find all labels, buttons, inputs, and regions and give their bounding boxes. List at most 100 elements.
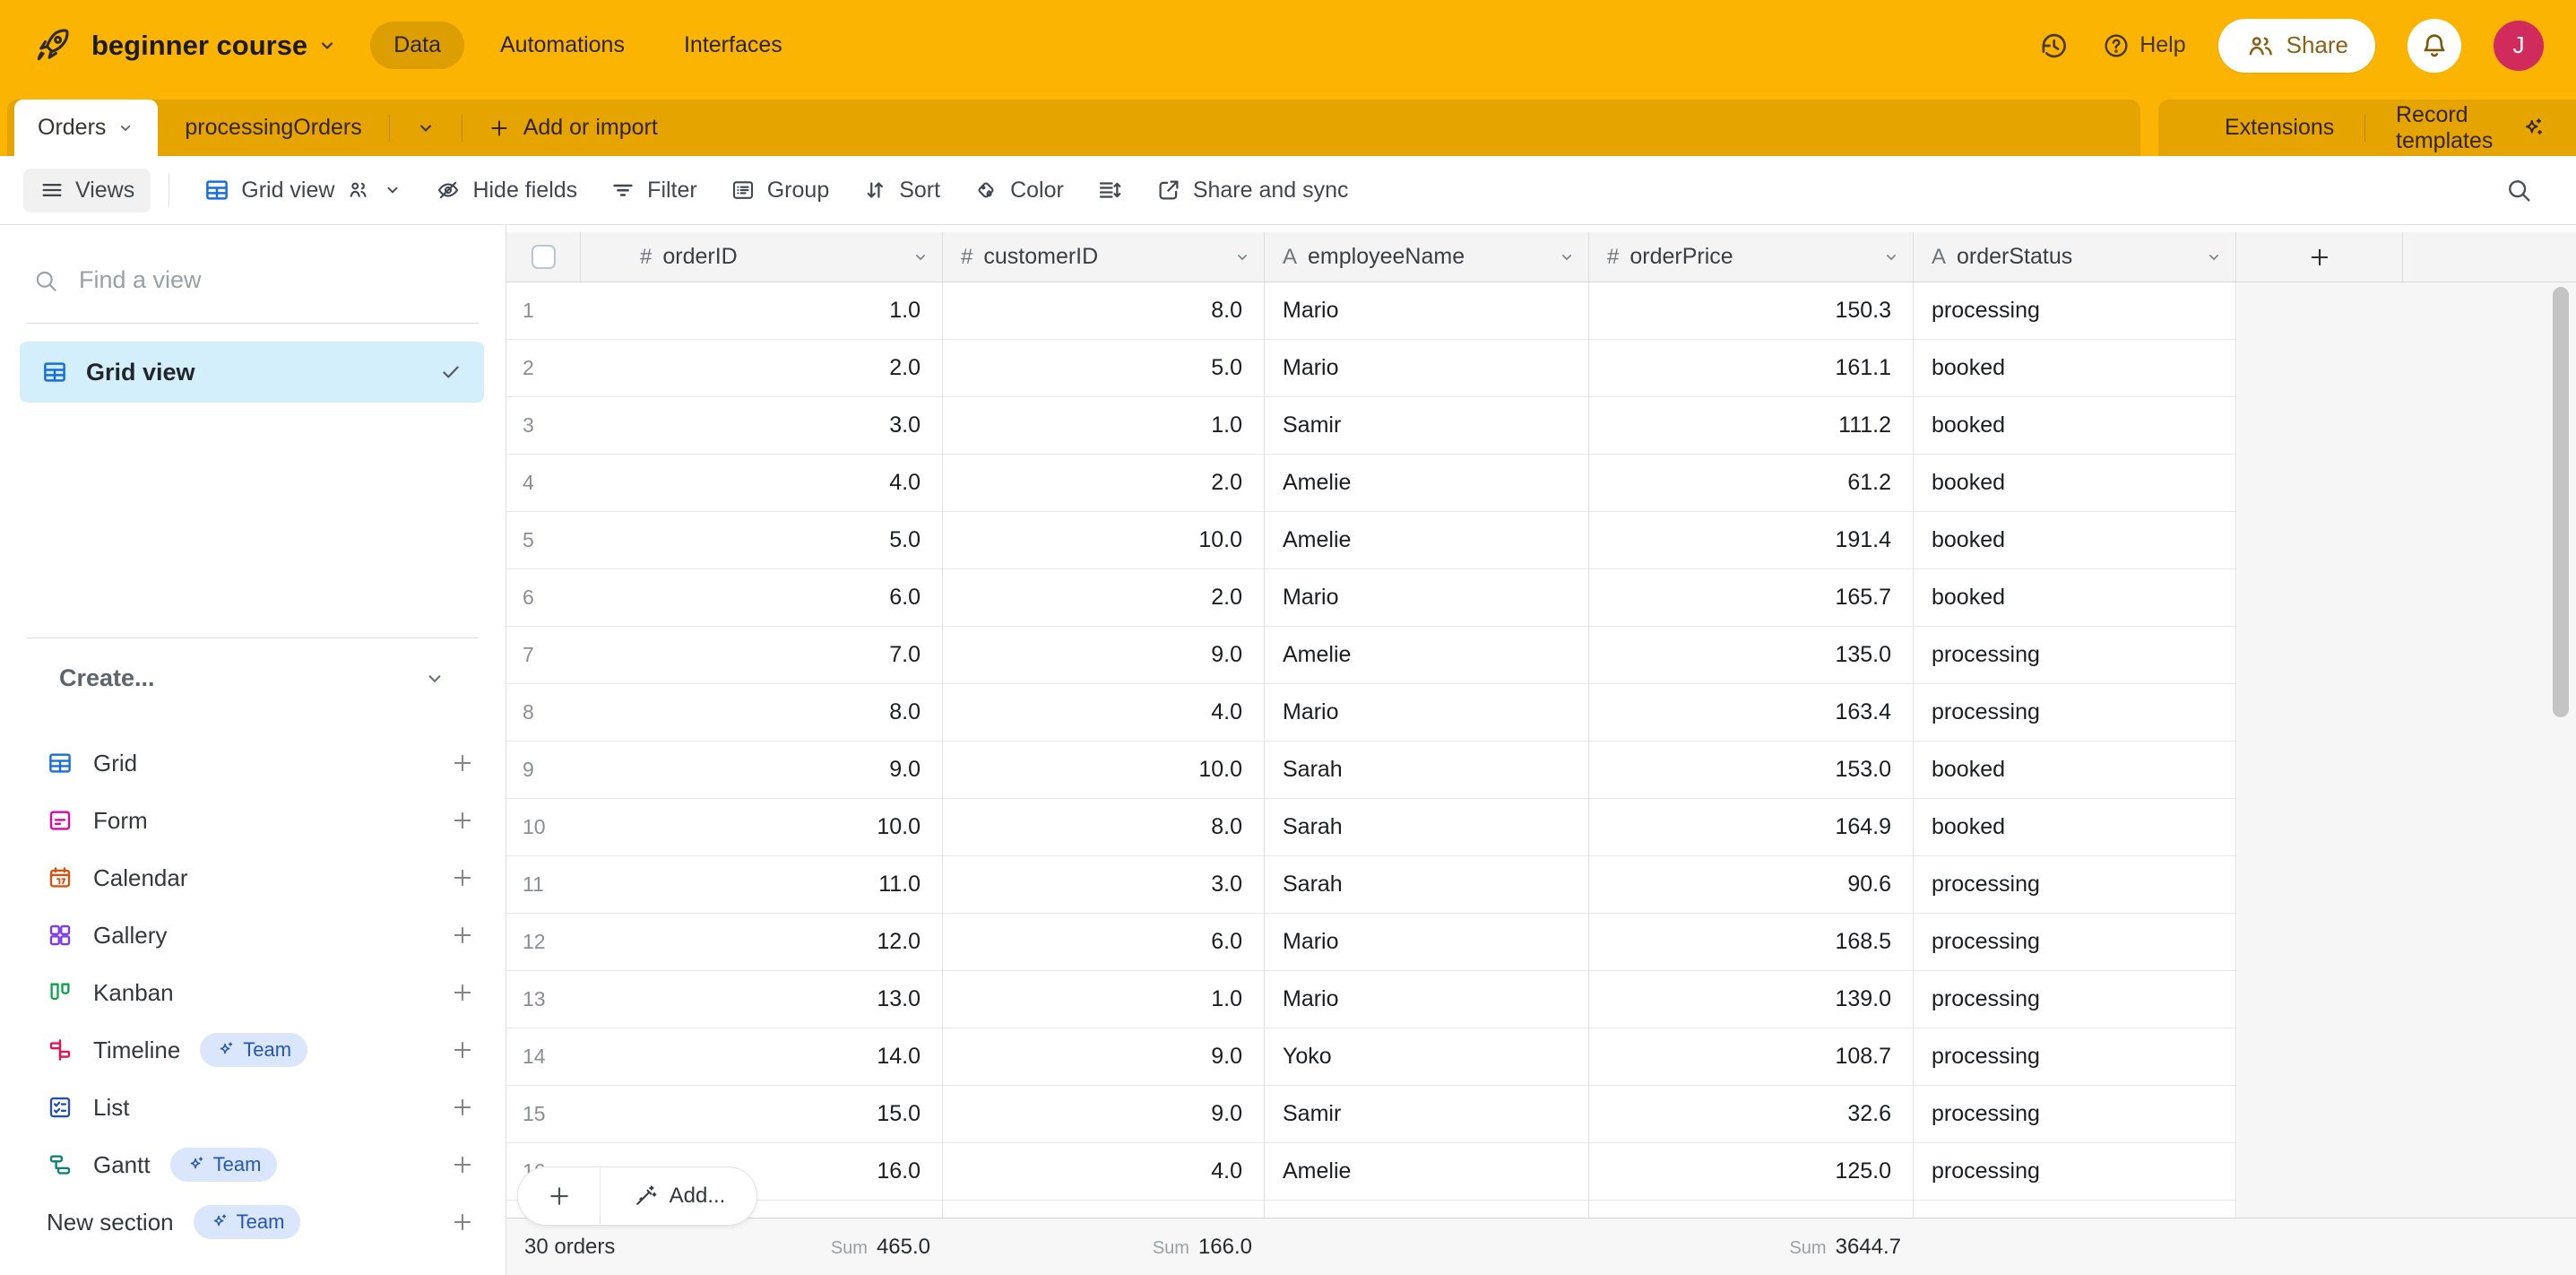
table-row[interactable]: 66.02.0Mario165.7booked [506,569,2237,627]
cell-customerID[interactable]: 2.0 [943,455,1265,511]
cell-employeeName[interactable]: Amelie [1265,455,1589,511]
column-header-customerID[interactable]: # customerID [943,232,1265,282]
vertical-scrollbar[interactable] [2553,287,2569,717]
find-view-input[interactable] [79,266,419,294]
cell-orderPrice[interactable]: 161.1 [1589,340,1914,396]
sidebar-item-list[interactable]: List [0,1079,506,1136]
cell-customerID[interactable]: 10.0 [943,742,1265,798]
sidebar-item-form[interactable]: Form [0,792,506,849]
cell-orderPrice[interactable]: 191.4 [1589,512,1914,568]
cell-orderID[interactable]: 11.0 [581,856,943,913]
notifications-button[interactable] [2407,19,2461,73]
cell-employeeName[interactable]: Mario [1265,914,1589,970]
cell-orderPrice[interactable]: 111.2 [1589,397,1914,454]
add-view-button[interactable] [450,923,475,948]
cell-orderID[interactable]: 14.0 [581,1028,943,1085]
cell-customerID[interactable]: 3.0 [943,856,1265,913]
filter-button[interactable]: Filter [593,168,713,212]
cell-customerID[interactable]: 6.0 [943,914,1265,970]
column-header-orderID[interactable]: # orderID [581,232,943,282]
cell-orderID[interactable]: 13.0 [581,971,943,1028]
cell-employeeName[interactable]: Sarah [1265,856,1589,913]
tab-data[interactable]: Data [370,22,464,69]
cell-orderPrice[interactable]: 61.2 [1589,455,1914,511]
table-row[interactable]: 55.010.0Amelie191.4booked [506,512,2237,569]
cell-orderID[interactable]: 3.0 [581,397,943,454]
cell-orderPrice[interactable]: 164.9 [1589,799,1914,855]
tab-automations[interactable]: Automations [477,22,648,69]
base-title[interactable]: beginner course [91,30,307,62]
cell-customerID[interactable]: 9.0 [943,627,1265,683]
tab-interfaces[interactable]: Interfaces [661,22,806,69]
cell-orderStatus[interactable]: processing [1914,684,2236,741]
grid-view-button[interactable]: Grid view [187,168,419,212]
cell-employeeName[interactable]: Amelie [1265,1143,1589,1200]
table-row[interactable]: 77.09.0Amelie135.0processing [506,627,2237,684]
add-record-button[interactable] [518,1167,601,1225]
cell-orderStatus[interactable]: booked [1914,512,2236,568]
cell-orderID[interactable]: 4.0 [581,455,943,511]
cell-orderStatus[interactable]: processing [1914,971,2236,1028]
cell-employeeName[interactable]: Mario [1265,282,1589,339]
cell-employeeName[interactable]: Samir [1265,397,1589,454]
table-row[interactable]: 1313.01.0Mario139.0processing [506,971,2237,1028]
sum-customerID[interactable]: Sum 166.0 [1153,1235,1252,1260]
table-row[interactable]: 99.010.0Sarah153.0booked [506,742,2237,799]
cell-customerID[interactable]: 1.0 [943,971,1265,1028]
table-row[interactable]: 33.01.0Samir111.2booked [506,397,2237,455]
history-icon[interactable] [2037,30,2070,62]
cell-orderPrice[interactable]: 153.0 [1589,742,1914,798]
cell-employeeName[interactable]: Yoko [1265,1028,1589,1085]
cell-orderID[interactable]: 8.0 [581,684,943,741]
cell-orderID[interactable]: 6.0 [581,569,943,626]
cell-orderPrice[interactable]: 168.5 [1589,914,1914,970]
table-row[interactable]: 1212.06.0Mario168.5processing [506,914,2237,971]
cell-orderID[interactable]: 10.0 [581,799,943,855]
cell-orderPrice[interactable]: 163.4 [1589,684,1914,741]
cell-orderStatus[interactable]: processing [1914,856,2236,913]
sort-button[interactable]: Sort [845,168,956,212]
cell-orderStatus[interactable]: booked [1914,799,2236,855]
cell-orderID[interactable]: 9.0 [581,742,943,798]
cell-customerID[interactable]: 9.0 [943,1028,1265,1085]
cell-orderStatus[interactable]: booked [1914,340,2236,396]
column-header-employeeName[interactable]: A employeeName [1265,232,1589,282]
chevron-down-icon[interactable] [1882,248,1900,266]
sidebar-item-gantt[interactable]: GanttTeam [0,1136,506,1193]
cell-orderStatus[interactable]: processing [1914,1143,2236,1200]
cell-customerID[interactable]: 9.0 [943,1086,1265,1142]
cell-orderPrice[interactable]: 90.6 [1589,856,1914,913]
table-row[interactable]: 1616.04.0Amelie125.0processing [506,1143,2237,1201]
chevron-down-icon[interactable] [1233,248,1251,266]
avatar[interactable]: J [2494,21,2544,71]
cell-orderStatus[interactable]: processing [1914,1086,2236,1142]
cell-employeeName[interactable]: Samir [1265,1086,1589,1142]
select-all-checkbox[interactable] [532,245,556,269]
hide-fields-button[interactable]: Hide fields [419,168,593,212]
color-button[interactable]: Color [956,168,1080,212]
add-view-button[interactable] [450,980,475,1005]
cell-employeeName[interactable]: Mario [1265,971,1589,1028]
cell-customerID[interactable]: 1.0 [943,397,1265,454]
cell-orderStatus[interactable]: booked [1914,569,2236,626]
rocket-logo-icon[interactable] [32,26,72,65]
add-view-button[interactable] [450,1152,475,1177]
chevron-down-icon[interactable] [912,248,929,266]
cell-employeeName[interactable]: Amelie [1265,512,1589,568]
cell-orderID[interactable]: 12.0 [581,914,943,970]
cell-employeeName[interactable]: Sarah [1265,742,1589,798]
add-view-button[interactable] [450,808,475,833]
row-height-button[interactable] [1080,168,1139,212]
cell-orderID[interactable]: 15.0 [581,1086,943,1142]
cell-customerID[interactable]: 10.0 [943,512,1265,568]
cell-orderID[interactable]: 7.0 [581,627,943,683]
add-view-button[interactable] [450,1095,475,1120]
cell-customerID[interactable]: 4.0 [943,684,1265,741]
cell-orderPrice[interactable]: 165.7 [1589,569,1914,626]
sum-orderPrice[interactable]: Sum 3644.7 [1789,1235,1901,1260]
views-button[interactable]: Views [23,169,151,212]
cell-orderStatus[interactable]: processing [1914,1028,2236,1085]
cell-orderStatus[interactable]: processing [1914,282,2236,339]
group-button[interactable]: Group [713,168,845,212]
table-row[interactable]: 11.08.0Mario150.3processing [506,282,2237,340]
